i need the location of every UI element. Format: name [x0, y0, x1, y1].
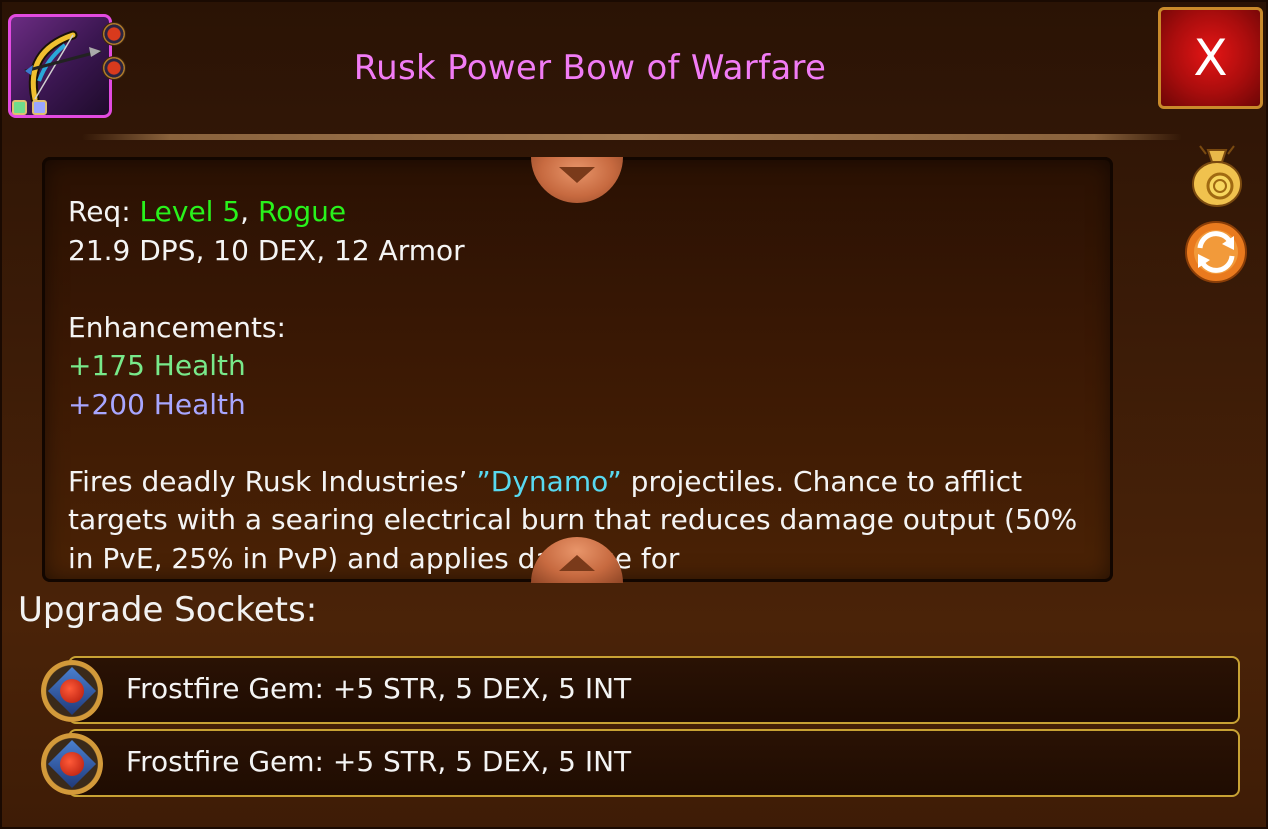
bow-icon [24, 30, 102, 104]
enhancement-1: +175 Health [68, 349, 246, 382]
socket-row[interactable]: Frostfire Gem: +5 STR, 5 DEX, 5 INT [68, 729, 1240, 797]
close-label: X [1193, 29, 1228, 87]
item-gem-slot-2 [102, 56, 126, 80]
req-class: Rogue [257, 195, 347, 228]
socket-text: Frostfire Gem: +5 STR, 5 DEX, 5 INT [126, 745, 632, 778]
socket-text: Frostfire Gem: +5 STR, 5 DEX, 5 INT [126, 672, 632, 705]
gem-core [60, 679, 84, 703]
coin-bag-icon[interactable] [1188, 140, 1246, 208]
close-button[interactable]: X [1158, 7, 1263, 109]
enhancement-2: +200 Health [68, 387, 246, 421]
upgrade-sockets-heading: Upgrade Sockets: [18, 590, 318, 630]
req-separator: , [240, 195, 250, 228]
gem-core [60, 752, 84, 776]
flavor-text-start: Fires deadly Rusk Industries’ [68, 464, 468, 498]
chevron-up-icon [559, 555, 595, 571]
enhancements-heading: Enhancements: [68, 310, 286, 344]
req-label: Req: [68, 195, 131, 228]
flavor-highlight: ”Dynamo” [476, 464, 622, 498]
swap-arrows-icon[interactable] [1184, 220, 1248, 284]
item-gem-slot-1 [102, 22, 126, 46]
item-description: Req: Level 5, Rogue 21.9 DPS, 10 DEX, 12… [68, 193, 1078, 578]
enhancement-dot-green [12, 100, 27, 115]
chevron-down-icon [559, 167, 595, 183]
header-divider [82, 134, 1182, 140]
frostfire-gem-icon[interactable] [41, 660, 103, 722]
req-level: Level 5 [139, 195, 241, 228]
stats-line: 21.9 DPS, 10 DEX, 12 Armor [68, 233, 465, 267]
frostfire-gem-icon[interactable] [41, 733, 103, 795]
socket-row[interactable]: Frostfire Gem: +5 STR, 5 DEX, 5 INT [68, 656, 1240, 724]
item-description-panel[interactable]: Req: Level 5, Rogue 21.9 DPS, 10 DEX, 12… [42, 157, 1113, 582]
enhancement-dot-blue [32, 100, 47, 115]
item-title: Rusk Power Bow of Warfare [353, 48, 827, 88]
